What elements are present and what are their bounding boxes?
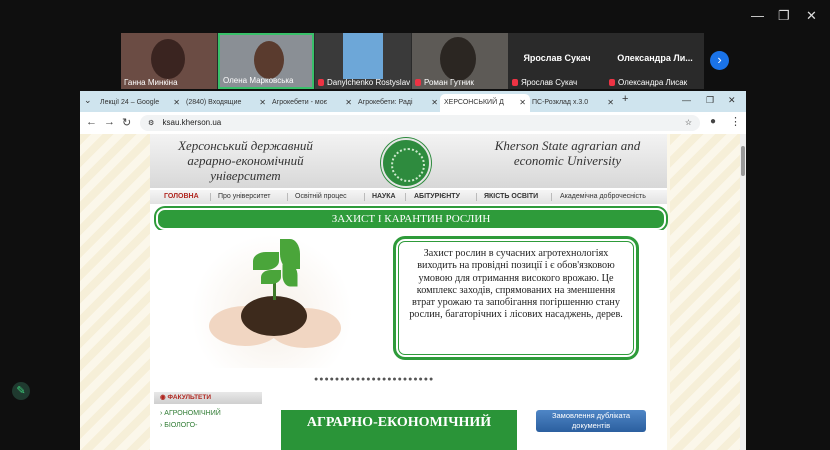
participant-tile[interactable]: Олена Марковська [218, 33, 314, 89]
menu-education[interactable]: Освітній процес [295, 190, 347, 204]
muted-mic-icon [512, 79, 518, 87]
site-header: Херсонський державний аграрно-економічни… [150, 134, 667, 188]
university-emblem-icon[interactable] [381, 138, 431, 188]
avatar [151, 39, 185, 79]
address-bar-row: ← → ↻ ⚙ ksau.kherson.ua ☆ ● ⋮ [80, 112, 746, 135]
close-button[interactable]: ✕ [806, 8, 817, 24]
tab-kherson[interactable]: ХЕРСОНСЬКИЙ Д ✕ [440, 94, 530, 112]
menu-quality[interactable]: ЯКІСТЬ ОСВІТИ [484, 190, 538, 204]
site-info-icon[interactable]: ⚙ [148, 120, 154, 127]
participant-big-label: Ярослав Сукач [523, 53, 591, 63]
page-scrollbar[interactable] [740, 134, 746, 450]
participant-tile[interactable]: Ганна Минкіна [121, 33, 217, 89]
agro-banner-text: АГРАРНО-ЕКОНОМІЧНИЙ [306, 415, 492, 430]
tab-search-icon[interactable]: ⌄ [84, 95, 92, 106]
new-tab-button[interactable]: + [622, 93, 628, 105]
browser-window: ⌄ Лекції 24 – Google ✕ (2840) Входящие ✕ А… [80, 91, 746, 450]
browser-close-icon[interactable]: ✕ [728, 95, 736, 106]
participant-tile[interactable]: Ярослав Сукач Ярослав Сукач [509, 33, 605, 89]
faculty-link[interactable]: › АГРОНОМІЧНИЙ [160, 410, 221, 417]
section-title: ЗАХИСТ І КАРАНТИН РОСЛИН [156, 208, 666, 230]
avatar [440, 37, 476, 81]
decorative-wheat-left [80, 134, 150, 450]
participant-name: Олександра Лисак [609, 78, 687, 87]
participant-name: Роман Гутник [415, 78, 474, 87]
annotate-pencil-icon[interactable]: ✎ [12, 382, 30, 400]
forward-icon[interactable]: → [104, 116, 115, 128]
tab-agro-2[interactable]: Агрокебети: Раді ✕ [354, 94, 442, 112]
reload-icon[interactable]: ↻ [122, 116, 131, 129]
web-page: Херсонський державний аграрно-економічни… [80, 134, 740, 450]
close-tab-icon[interactable]: ✕ [607, 94, 614, 112]
menu-about[interactable]: Про університет [218, 190, 271, 204]
menu-science[interactable]: НАУКА [372, 190, 396, 204]
participant-name: Ганна Минкіна [124, 78, 178, 87]
menu-integrity[interactable]: Академічна доброчесність [560, 190, 646, 204]
faculties-heading: ◉ ФАКУЛЬТЕТИ [154, 392, 262, 404]
bookmark-star-icon[interactable]: ☆ [685, 115, 692, 131]
decorative-wheat-right [670, 134, 740, 450]
university-name-en: Kherson State agrarian and economic Univ… [494, 138, 641, 168]
participant-tile[interactable]: Danylchenko Rostyslav [315, 33, 411, 89]
close-tab-icon[interactable]: ✕ [431, 94, 438, 112]
browser-maximize-icon[interactable]: ❐ [706, 95, 714, 106]
main-menu: ГОЛОВНА Про університет Освітній процес … [150, 190, 667, 204]
browser-minimize-icon[interactable]: — [682, 95, 691, 105]
faculty-link[interactable]: › БІОЛОГО- [160, 422, 197, 429]
participant-tile[interactable]: Роман Гутник [412, 33, 508, 89]
banner-text-box: Захист рослин в сучасних агротехнологіях… [393, 236, 639, 360]
order-duplicate-button[interactable]: Замовлення дубліката документів [536, 410, 646, 432]
scrollbar-thumb[interactable] [741, 146, 745, 176]
url-input[interactable]: ⚙ ksau.kherson.ua ☆ [140, 115, 700, 131]
university-name-ua: Херсонський державний аграрно-економічни… [178, 138, 313, 183]
next-participants-button[interactable]: › [710, 51, 729, 70]
site-content: Херсонський державний аграрно-економічни… [150, 134, 667, 450]
participant-tile[interactable]: Олександра Ли... Олександра Лисак [606, 33, 704, 89]
participant-name: Олена Марковська [223, 76, 294, 85]
profile-icon[interactable]: ● [710, 116, 716, 127]
participant-name: Ярослав Сукач [512, 78, 577, 87]
slider-banner[interactable]: Захист рослин в сучасних агротехнологіях… [156, 230, 666, 372]
tab-lectures[interactable]: Лекції 24 – Google ✕ [96, 94, 184, 112]
participants-strip: Ганна Минкіна Олена Марковська Danylchen… [121, 33, 704, 89]
close-tab-icon[interactable]: ✕ [345, 94, 352, 112]
participant-name: Danylchenko Rostyslav [318, 78, 410, 87]
menu-applicants[interactable]: АБІТУРІЄНТУ [414, 190, 460, 204]
tab-inbox[interactable]: (2840) Входящие ✕ [182, 94, 270, 112]
tab-bar: ⌄ Лекції 24 – Google ✕ (2840) Входящие ✕ А… [80, 91, 746, 112]
participant-big-label: Олександра Ли... [617, 53, 693, 63]
slider-pagination[interactable]: ●●●●●●●●●●●●●●●●●●●●●●● [314, 376, 434, 383]
maximize-button[interactable]: ❐ [778, 8, 790, 24]
menu-dots-icon[interactable]: ⋮ [730, 115, 741, 128]
back-icon[interactable]: ← [86, 116, 97, 128]
tab-agro-1[interactable]: Агрокебети - моє ✕ [268, 94, 356, 112]
avatar [343, 33, 383, 79]
plant-in-hands-image [191, 234, 353, 368]
muted-mic-icon [609, 79, 615, 87]
close-tab-icon[interactable]: ✕ [259, 94, 266, 112]
minimize-button[interactable]: — [751, 8, 764, 23]
menu-home[interactable]: ГОЛОВНА [164, 190, 199, 204]
muted-mic-icon [415, 79, 421, 87]
tab-schedule[interactable]: ПС-Розклад х.3.0 ✕ [528, 94, 618, 112]
faculties-panel: ◉ ФАКУЛЬТЕТИ › АГРОНОМІЧНИЙ › БІОЛОГО- [154, 392, 262, 450]
agro-economic-banner[interactable]: АГРАРНО-ЕКОНОМІЧНИЙ [281, 410, 517, 450]
muted-mic-icon [318, 79, 324, 87]
close-tab-icon[interactable]: ✕ [519, 94, 526, 112]
close-tab-icon[interactable]: ✕ [173, 94, 180, 112]
avatar [254, 41, 284, 79]
chevron-right-icon: › [717, 52, 722, 67]
